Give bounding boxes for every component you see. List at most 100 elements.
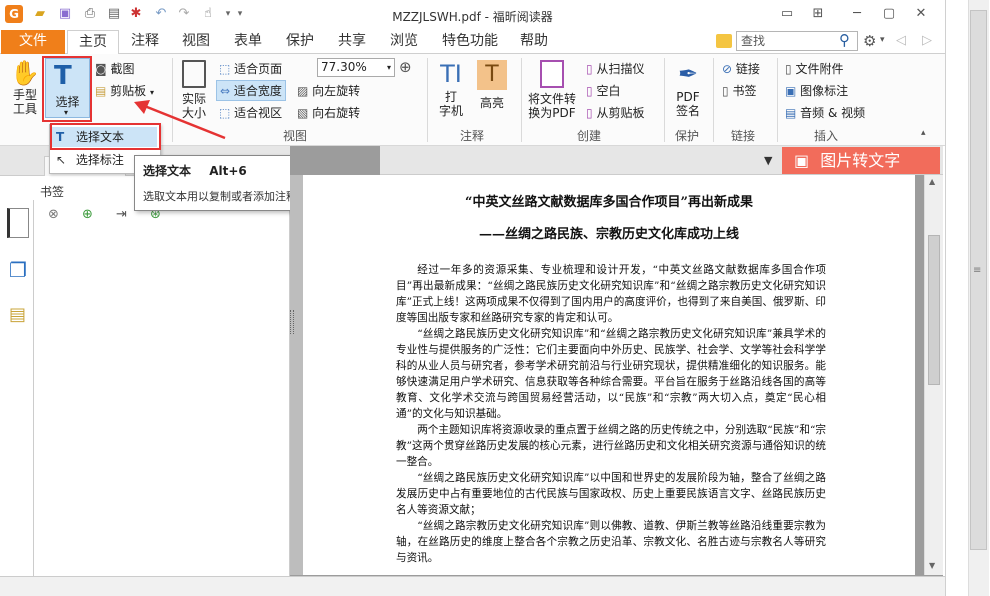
- bookmark-delete-icon[interactable]: ⊗: [48, 207, 59, 222]
- tile-icon[interactable]: ▭: [777, 4, 797, 24]
- tab-share[interactable]: 共享: [329, 30, 375, 54]
- tab-file[interactable]: 文件: [1, 30, 65, 54]
- search-icon[interactable]: ⚲: [839, 31, 850, 49]
- scanner-icon: ▯: [586, 62, 593, 76]
- convert-to-pdf-button[interactable]: 将文件转 换为PDF: [524, 58, 580, 126]
- tab-view[interactable]: 视图: [173, 30, 219, 54]
- tab-protect[interactable]: 保护: [277, 30, 323, 54]
- tooltip-description: 选取文本用以复制或者添加注释: [143, 190, 297, 203]
- file-attachment-button[interactable]: ▯ 文件附件: [785, 60, 843, 77]
- status-bar: [0, 576, 945, 596]
- chevron-down-icon[interactable]: ▾: [880, 35, 885, 45]
- prev-arrow-icon[interactable]: ◁: [896, 33, 906, 48]
- highlight-button[interactable]: T 高亮: [474, 58, 510, 126]
- hand-tool-button[interactable]: ✋ 手型 工具: [6, 58, 44, 126]
- group-label-create: 创建: [576, 129, 601, 143]
- settings-icon[interactable]: ⚙: [863, 32, 876, 50]
- highlight-icon: T: [477, 60, 507, 90]
- from-scanner-button[interactable]: ▯ 从扫描仪: [586, 60, 644, 77]
- image-icon: ▣: [785, 84, 797, 98]
- vertical-scrollbar[interactable]: ▲ ▼: [924, 175, 943, 575]
- group-label-protect: 保护: [674, 129, 699, 143]
- from-scanner-label: 从扫描仪: [596, 62, 645, 76]
- doc-title: “中英文丝路文献数据库多国合作项目”再出新成果: [465, 195, 753, 210]
- tab-home[interactable]: 主页: [67, 30, 119, 55]
- sidebar: [0, 200, 34, 576]
- group-label-link: 链接: [730, 129, 755, 143]
- tooltip-title: 选择文本: [143, 164, 192, 178]
- image-to-text-button[interactable]: ▣ 图片转文字: [782, 147, 940, 174]
- fit-page-button[interactable]: ⬚ 适合页面: [219, 60, 282, 77]
- right-scroll-thumb[interactable]: [970, 10, 987, 550]
- pages-panel-icon[interactable]: ❐: [9, 258, 27, 282]
- doc-left-strip: [290, 175, 303, 575]
- blank-label: 空白: [596, 84, 621, 98]
- blank-button[interactable]: ▯ 空白: [586, 82, 620, 99]
- bookmark-goto-icon[interactable]: ⇥: [116, 207, 127, 222]
- tab-help[interactable]: 帮助: [511, 30, 557, 54]
- image-to-text-label: 图片转文字: [820, 151, 901, 170]
- paragraph: “丝绸之路民族历史文化研究知识库”以中国和世界史的发展阶段为轴，整合了丝绸之路发…: [396, 472, 826, 516]
- chevron-down-icon: ▾: [386, 63, 391, 72]
- bookmarks-header: 书签: [40, 185, 65, 199]
- chevron-down-icon[interactable]: ▼: [764, 154, 772, 167]
- annotation-arrow: [134, 100, 226, 140]
- close-button[interactable]: ✕: [911, 4, 931, 24]
- screenshot-label: 截图: [110, 62, 135, 76]
- typewriter-icon: TI: [440, 60, 462, 88]
- convert-pdf-label: 将文件转 换为PDF: [527, 92, 576, 120]
- paste-icon: ▯: [586, 106, 593, 120]
- fit-width-label: 适合宽度: [233, 84, 282, 98]
- fit-page-icon: ⬚: [219, 62, 231, 76]
- image-text-icon: ▣: [794, 151, 810, 170]
- doc-body: 经过一年多的资源采集、专业梳理和设计开发，“中英文丝路文献数据库多国合作项目”再…: [396, 262, 826, 566]
- next-arrow-icon[interactable]: ▷: [922, 33, 932, 48]
- layout-icon[interactable]: ⊞: [808, 4, 828, 24]
- comments-panel-icon[interactable]: ▤: [9, 304, 26, 325]
- hand-tool-label: 手型 工具: [12, 88, 37, 116]
- right-edge-panel: ≡: [945, 0, 990, 596]
- bookmark-add-icon[interactable]: ⊕: [82, 207, 93, 222]
- highlight-box-select: [42, 56, 92, 122]
- bookmark-button[interactable]: ▯ 书签: [722, 82, 756, 99]
- link-button[interactable]: ⊘ 链接: [722, 60, 760, 77]
- doc-right-gap: [915, 175, 924, 575]
- search-scope-icon[interactable]: [716, 34, 732, 48]
- blank-page-icon: ▯: [586, 84, 593, 98]
- media-icon: ▤: [785, 106, 797, 120]
- actual-size-icon: [182, 60, 206, 88]
- audio-video-button[interactable]: ▤ 音频 & 视频: [785, 104, 865, 121]
- image-annotation-label: 图像标注: [800, 84, 849, 98]
- rotate-left-icon: ▨: [297, 84, 309, 98]
- minimize-button[interactable]: ─: [847, 4, 867, 24]
- group-label-insert: 插入: [813, 129, 838, 143]
- from-clipboard-button[interactable]: ▯ 从剪贴板: [586, 104, 644, 121]
- pdf-sign-button[interactable]: ✒ PDF 签名: [670, 58, 706, 126]
- screenshot-button[interactable]: ◙ 截图: [95, 60, 135, 77]
- image-annotation-button[interactable]: ▣ 图像标注: [785, 82, 848, 99]
- file-attachment-label: 文件附件: [795, 62, 844, 76]
- pdf-page: “中英文丝路文献数据库多国合作项目”再出新成果 ——丝绸之路民族、宗教历史文化库…: [303, 175, 915, 575]
- audio-video-label: 音频 & 视频: [800, 106, 866, 120]
- grip-icon[interactable]: ≡: [973, 265, 981, 276]
- bookmark-panel-icon[interactable]: [7, 208, 29, 238]
- zoom-in-icon[interactable]: ⊕: [399, 58, 412, 76]
- tooltip-shortcut: Alt+6: [209, 164, 247, 178]
- tab-comment[interactable]: 注释: [122, 30, 168, 54]
- restore-button[interactable]: ▢: [879, 4, 899, 24]
- scroll-up-icon[interactable]: ▲: [929, 177, 935, 186]
- doc-subtitle: ——丝绸之路民族、宗教历史文化库成功上线: [478, 227, 739, 242]
- typewriter-button[interactable]: TI 打 字机: [432, 58, 470, 126]
- tab-form[interactable]: 表单: [225, 30, 271, 54]
- rotate-left-button[interactable]: ▨ 向左旋转: [297, 82, 360, 99]
- window-title: MZZJLSWH.pdf - 福昕阅读器: [392, 10, 553, 24]
- zoom-select[interactable]: 77.30% ▾: [317, 58, 395, 77]
- pen-sign-icon: ✒: [677, 60, 699, 88]
- panel-resize-handle[interactable]: [290, 310, 294, 334]
- scroll-down-icon[interactable]: ▼: [929, 561, 935, 570]
- rotate-right-button[interactable]: ▧ 向右旋转: [297, 104, 360, 121]
- tab-features[interactable]: 特色功能: [433, 30, 507, 54]
- ribbon-collapse-icon[interactable]: ▴: [921, 128, 926, 138]
- scroll-thumb[interactable]: [928, 235, 940, 385]
- tab-browse[interactable]: 浏览: [381, 30, 427, 54]
